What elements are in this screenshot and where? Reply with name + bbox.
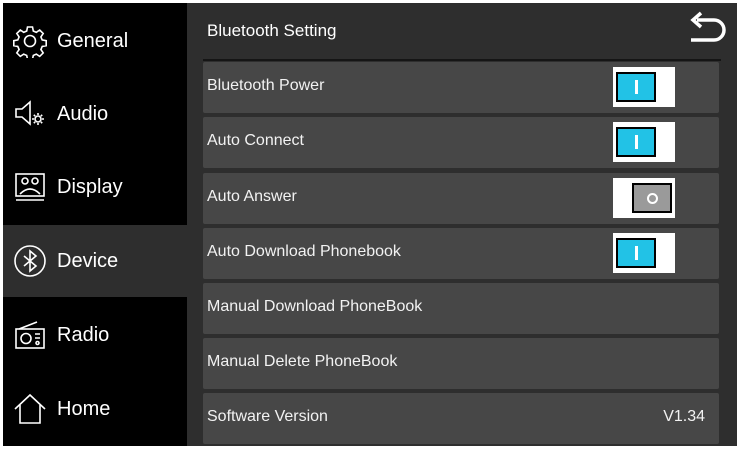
setting-row-auto-connect: Auto Connect bbox=[203, 117, 719, 168]
bluetooth-icon bbox=[13, 244, 47, 278]
auto-answer-toggle[interactable] bbox=[613, 178, 675, 218]
manual-delete-phonebook-button[interactable]: Manual Delete PhoneBook bbox=[203, 338, 719, 389]
sidebar-item-label: General bbox=[57, 29, 129, 52]
display-icon bbox=[13, 170, 47, 204]
sidebar-item-display[interactable]: Display bbox=[3, 151, 187, 223]
sidebar: General Audio Display Device Radio Home bbox=[3, 3, 187, 446]
sidebar-item-device[interactable]: Device bbox=[3, 225, 187, 297]
sidebar-item-label: Audio bbox=[57, 102, 109, 125]
toggle-knob bbox=[632, 183, 672, 213]
toggle-knob bbox=[616, 127, 656, 157]
setting-row-software-version: Software Version V1.34 bbox=[203, 393, 719, 444]
setting-label: Auto Answer bbox=[207, 188, 297, 205]
auto-connect-toggle[interactable] bbox=[613, 122, 675, 162]
settings-panel: Bluetooth Setting Bluetooth Power Auto C… bbox=[187, 3, 737, 446]
gear-icon bbox=[13, 24, 47, 58]
home-icon bbox=[13, 392, 47, 426]
setting-label: Manual Delete PhoneBook bbox=[207, 353, 398, 370]
software-version-value: V1.34 bbox=[663, 408, 705, 425]
setting-label: Auto Download Phonebook bbox=[207, 243, 401, 260]
divider bbox=[203, 59, 721, 61]
sidebar-item-audio[interactable]: Audio bbox=[3, 78, 187, 150]
device-screen: General Audio Display Device Radio Home … bbox=[3, 3, 737, 446]
sidebar-item-home[interactable]: Home bbox=[3, 373, 187, 445]
sidebar-item-label: Radio bbox=[57, 323, 110, 346]
setting-label: Manual Download PhoneBook bbox=[207, 298, 423, 315]
radio-icon bbox=[13, 318, 47, 352]
setting-row-auto-answer: Auto Answer bbox=[203, 173, 719, 224]
auto-download-phonebook-toggle[interactable] bbox=[613, 233, 675, 273]
manual-download-phonebook-button[interactable]: Manual Download PhoneBook bbox=[203, 283, 719, 334]
sidebar-item-label: Device bbox=[57, 249, 119, 272]
header: Bluetooth Setting bbox=[187, 3, 737, 59]
setting-label: Auto Connect bbox=[207, 132, 304, 149]
sidebar-item-general[interactable]: General bbox=[3, 5, 187, 77]
toggle-knob bbox=[616, 72, 656, 102]
setting-label: Software Version bbox=[207, 408, 328, 425]
setting-row-auto-download-phonebook: Auto Download Phonebook bbox=[203, 228, 719, 279]
sidebar-item-label: Display bbox=[57, 175, 123, 198]
back-arrow-icon bbox=[690, 11, 726, 42]
bluetooth-power-toggle[interactable] bbox=[613, 67, 675, 107]
toggle-knob bbox=[616, 238, 656, 268]
setting-row-bluetooth-power: Bluetooth Power bbox=[203, 62, 719, 113]
back-button[interactable] bbox=[685, 9, 731, 53]
sidebar-item-radio[interactable]: Radio bbox=[3, 299, 187, 371]
page-title: Bluetooth Setting bbox=[207, 21, 337, 40]
sidebar-item-label: Home bbox=[57, 397, 111, 420]
speaker-settings-icon bbox=[13, 97, 47, 131]
setting-label: Bluetooth Power bbox=[207, 77, 325, 94]
